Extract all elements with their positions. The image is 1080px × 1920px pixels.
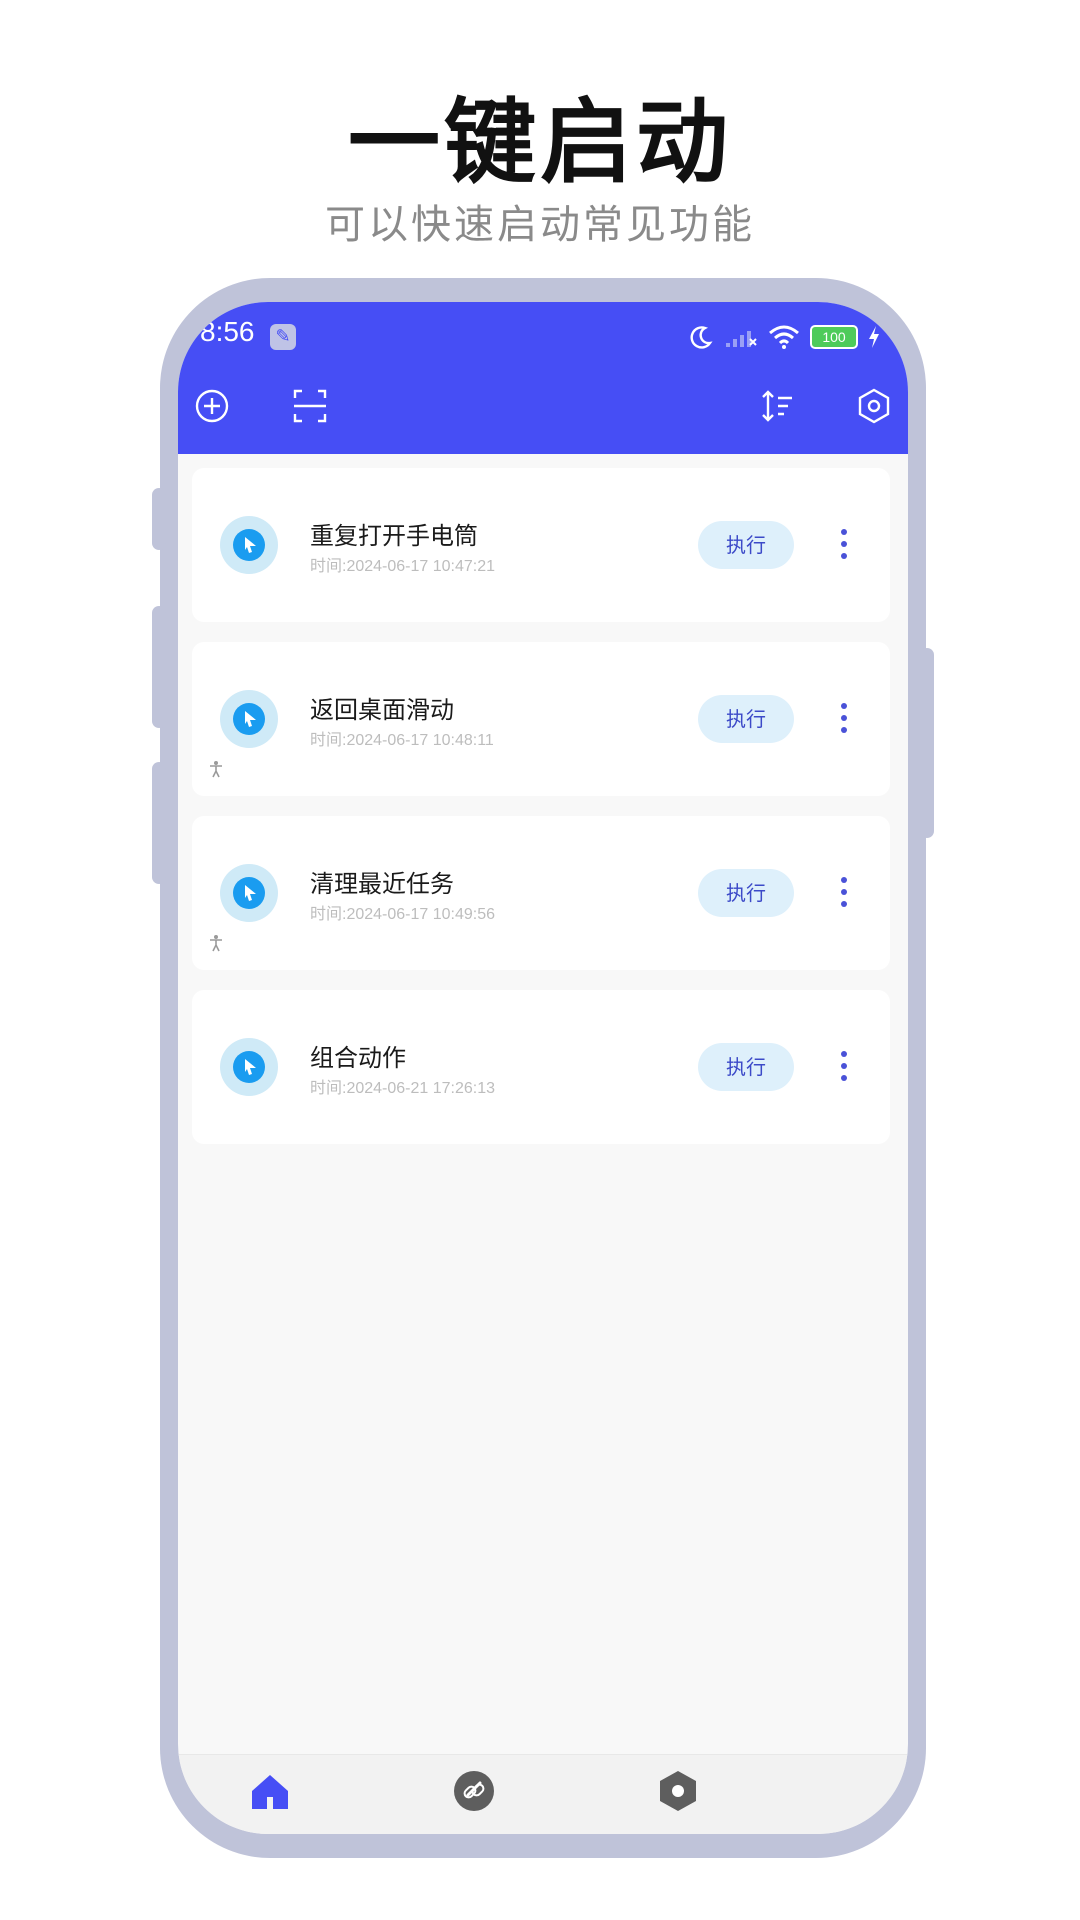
- accessibility-icon: [210, 935, 222, 952]
- task-card[interactable]: 重复打开手电筒 时间:2024-06-17 10:47:21 执行: [192, 468, 890, 622]
- moon-icon: [690, 326, 713, 349]
- wifi-icon: [769, 325, 799, 349]
- pointer-icon: [220, 864, 278, 922]
- app-bar: 8:56 ✎ 100: [178, 302, 908, 454]
- promo-subtitle: 可以快速启动常见功能: [325, 202, 755, 248]
- execute-button[interactable]: 执行: [698, 1043, 794, 1091]
- phone-screen: 8:56 ✎ 100 重复打开手电筒 时间:2024-06-17 10:47:2…: [178, 302, 908, 1834]
- task-time: 时间:2024-06-17 10:49:56: [310, 906, 496, 923]
- accessibility-icon: [210, 761, 222, 778]
- more-options-icon[interactable]: [832, 1045, 856, 1089]
- execute-button[interactable]: 执行: [698, 869, 794, 917]
- pointer-icon: [220, 690, 278, 748]
- bottom-nav: [178, 1754, 908, 1834]
- task-card[interactable]: 返回桌面滑动 时间:2024-06-17 10:48:11 执行: [192, 642, 890, 796]
- task-list: 重复打开手电筒 时间:2024-06-17 10:47:21 执行 返回桌面滑动…: [178, 454, 908, 1754]
- signal-icon: [726, 331, 757, 347]
- task-time: 时间:2024-06-21 17:26:13: [310, 1080, 496, 1097]
- pointer-icon: [220, 516, 278, 574]
- task-card[interactable]: 组合动作 时间:2024-06-21 17:26:13 执行: [192, 990, 890, 1144]
- task-title: 返回桌面滑动: [310, 696, 454, 724]
- charging-icon: [869, 326, 879, 348]
- scan-icon[interactable]: [290, 386, 330, 426]
- task-title: 组合动作: [310, 1044, 406, 1072]
- task-time: 时间:2024-06-17 10:48:11: [310, 732, 494, 749]
- task-card[interactable]: 清理最近任务 时间:2024-06-17 10:49:56 执行: [192, 816, 890, 970]
- status-time: 8:56: [200, 316, 255, 347]
- wrench-icon: ✎: [270, 324, 296, 350]
- more-options-icon[interactable]: [832, 697, 856, 741]
- settings-icon[interactable]: [854, 386, 894, 426]
- status-icons: 100: [688, 320, 880, 354]
- link-icon[interactable]: [452, 1769, 496, 1813]
- battery-indicator: 100: [810, 325, 858, 349]
- more-options-icon[interactable]: [832, 871, 856, 915]
- more-options-icon[interactable]: [832, 523, 856, 567]
- promo-title: 一键启动: [347, 89, 732, 196]
- phone-side-button: [920, 648, 934, 838]
- execute-button[interactable]: 执行: [698, 521, 794, 569]
- task-time: 时间:2024-06-17 10:47:21: [310, 558, 496, 575]
- phone-side-button: [152, 762, 166, 884]
- task-title: 清理最近任务: [310, 870, 454, 898]
- phone-side-button: [152, 606, 166, 728]
- phone-side-button: [152, 488, 166, 550]
- pointer-icon: [220, 1038, 278, 1096]
- sort-icon[interactable]: [758, 386, 798, 426]
- add-circle-icon[interactable]: [192, 386, 232, 426]
- settings-icon[interactable]: [656, 1769, 700, 1813]
- execute-button[interactable]: 执行: [698, 695, 794, 743]
- task-title: 重复打开手电筒: [310, 522, 478, 550]
- home-icon[interactable]: [248, 1769, 292, 1813]
